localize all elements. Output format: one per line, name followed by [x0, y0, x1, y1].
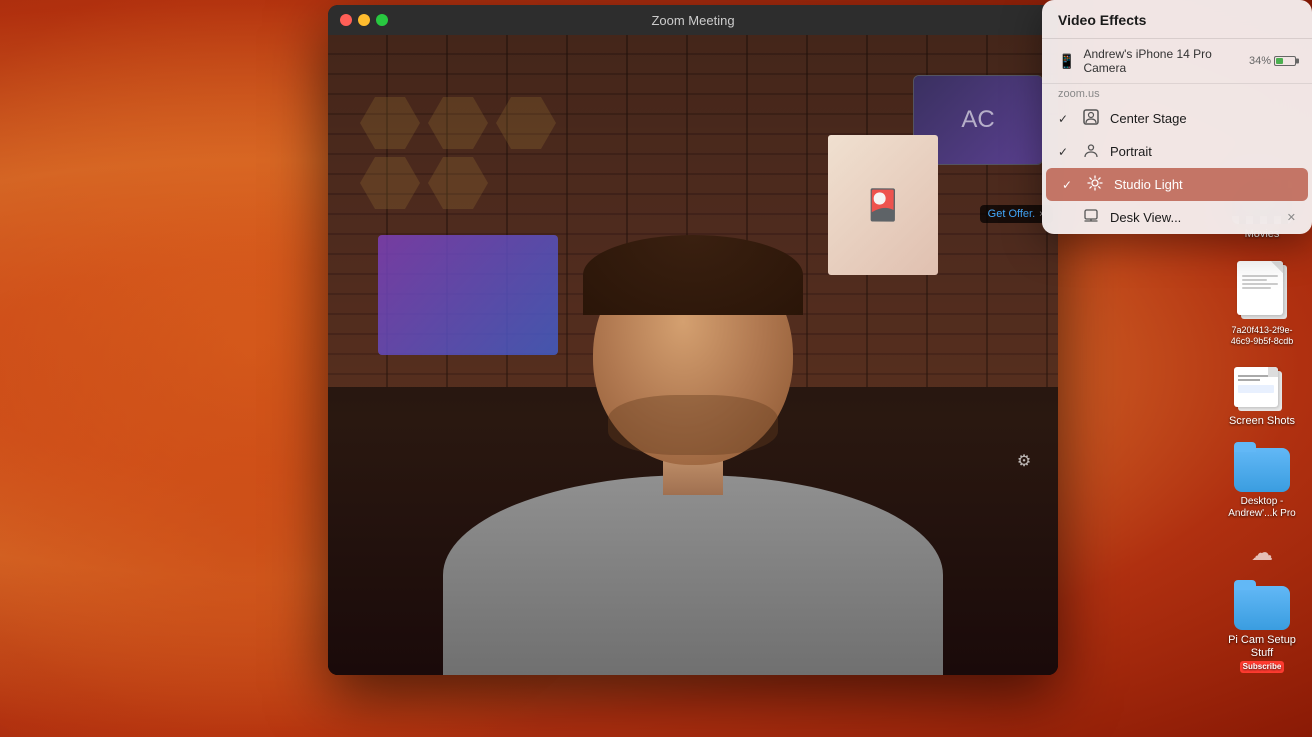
desktop-icon-screenshots[interactable]: Screen Shots: [1222, 367, 1302, 428]
screenshots-icon-label: Screen Shots: [1229, 415, 1295, 428]
check-portrait: ✓: [1058, 145, 1072, 159]
menu-item-studio-light[interactable]: ✓ Studio Light: [1046, 168, 1308, 201]
check-center-stage: ✓: [1058, 112, 1072, 126]
pi-cam-icon-label: Pi Cam Setup Stuff Subscribe: [1222, 634, 1302, 673]
window-controls: [340, 14, 388, 26]
video-background: 🎴 AC Get Offer. × ⚙: [328, 35, 1058, 675]
studio-light-label: Studio Light: [1114, 177, 1292, 192]
portrait-icon: [1082, 142, 1100, 161]
desk-view-label: Desk View...: [1110, 210, 1277, 225]
window-title: Zoom Meeting: [651, 13, 734, 28]
subscribe-badge: Subscribe: [1240, 661, 1285, 673]
desktop-icon-file[interactable]: 7a20f413-2f9e-46c9-9b5f-8cdb: [1222, 261, 1302, 347]
device-icon: 📱: [1058, 53, 1075, 70]
menu-item-center-stage[interactable]: ✓ Center Stage: [1042, 102, 1312, 135]
menu-item-desk-view[interactable]: ✓ Desk View... ✕: [1042, 201, 1312, 234]
battery-indicator: 34%: [1249, 55, 1296, 67]
studio-light-icon: [1086, 175, 1104, 194]
desktop: Zoom Meeting: [0, 0, 1312, 737]
maximize-button[interactable]: [376, 14, 388, 26]
zoom-titlebar: Zoom Meeting: [328, 5, 1058, 35]
close-button[interactable]: [340, 14, 352, 26]
desktop-icons: Movies 7a20f413-2f9e-46c9-9b5f-8cdb: [1222, 180, 1302, 673]
device-row: 📱 Andrew's iPhone 14 Pro Camera 34%: [1042, 39, 1312, 84]
desktop-icon-pi-cam[interactable]: Pi Cam Setup Stuff Subscribe: [1222, 586, 1302, 673]
panel-header: Video Effects: [1042, 0, 1312, 39]
battery-bar: [1274, 56, 1296, 66]
check-studio-light: ✓: [1062, 178, 1076, 192]
portrait-label: Portrait: [1110, 144, 1296, 159]
desktop-icon-desktop-folder[interactable]: Desktop - Andrew'...k Pro: [1222, 448, 1302, 520]
menu-item-portrait[interactable]: ✓ Portrait: [1042, 135, 1312, 168]
zoom-video-area: 🎴 AC Get Offer. × ⚙: [328, 35, 1058, 675]
center-stage-label: Center Stage: [1110, 111, 1296, 126]
desktop-folder-icon-label: Desktop - Andrew'...k Pro: [1222, 496, 1302, 520]
panel-title: Video Effects: [1058, 12, 1146, 28]
battery-percent: 34%: [1249, 55, 1271, 67]
zoom-window: Zoom Meeting: [328, 5, 1058, 675]
desktop-icon-cloud[interactable]: ☁: [1222, 540, 1302, 566]
cloud-icon: ☁: [1251, 540, 1273, 566]
center-stage-icon: [1082, 109, 1100, 128]
file-icon-label: 7a20f413-2f9e-46c9-9b5f-8cdb: [1222, 325, 1302, 347]
device-name: Andrew's iPhone 14 Pro Camera: [1083, 47, 1241, 75]
get-offer-label[interactable]: Get Offer.: [988, 208, 1036, 220]
desk-view-icon: [1082, 208, 1100, 227]
battery-fill: [1276, 58, 1283, 64]
source-label: zoom.us: [1042, 84, 1312, 102]
settings-button[interactable]: ⚙: [1010, 447, 1038, 475]
desk-view-close[interactable]: ✕: [1287, 211, 1296, 224]
minimize-button[interactable]: [358, 14, 370, 26]
video-effects-panel: Video Effects 📱 Andrew's iPhone 14 Pro C…: [1042, 0, 1312, 234]
